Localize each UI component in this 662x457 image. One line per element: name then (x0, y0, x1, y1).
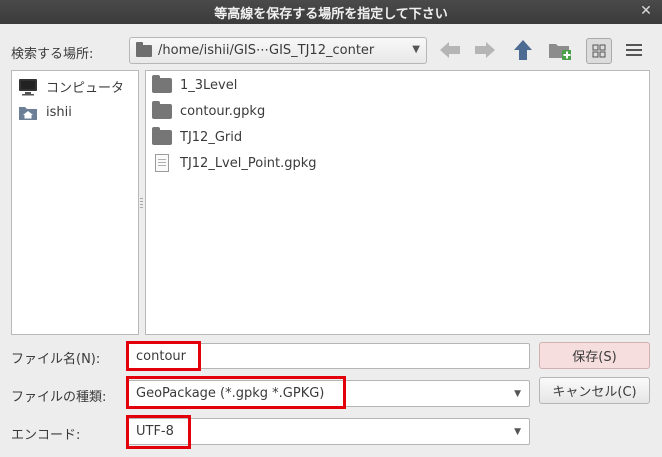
file-name: contour.gpkg (180, 104, 266, 119)
place-label: ishii (46, 104, 72, 120)
place-home[interactable]: ishii (18, 103, 72, 121)
grid-view-icon (592, 44, 606, 58)
places-sidebar: コンピュータ ishii (11, 70, 139, 335)
list-view-button[interactable] (622, 37, 646, 63)
save-button[interactable]: 保存(S) (539, 342, 650, 369)
filename-label: ファイル名(N): (11, 352, 101, 367)
new-folder-button[interactable] (547, 37, 571, 63)
list-item[interactable]: 1_3Level (152, 75, 238, 93)
up-button[interactable] (511, 37, 535, 63)
place-computer[interactable]: コンピュータ (18, 77, 124, 96)
file-icon (155, 154, 169, 172)
folder-icon (152, 127, 172, 145)
pane-resize-handle[interactable] (140, 198, 143, 208)
close-icon[interactable]: ✕ (638, 3, 654, 19)
list-item[interactable]: TJ12_Lvel_Point.gpkg (152, 154, 317, 172)
file-name: TJ12_Grid (180, 130, 243, 145)
forward-button[interactable] (473, 37, 497, 63)
filetype-label: ファイルの種類: (11, 390, 107, 405)
back-button[interactable] (438, 37, 462, 63)
forward-arrow-icon (475, 42, 495, 58)
chevron-down-icon: ▼ (514, 427, 521, 437)
folder-icon (136, 41, 152, 57)
list-item[interactable]: TJ12_Grid (152, 127, 243, 145)
list-item[interactable]: contour.gpkg (152, 101, 266, 119)
chevron-down-icon: ▼ (514, 389, 521, 399)
home-folder-icon (19, 107, 37, 120)
file-name: 1_3Level (180, 78, 238, 93)
chevron-down-icon: ▼ (412, 44, 420, 55)
cancel-button[interactable]: キャンセル(C) (539, 377, 650, 404)
back-arrow-icon (440, 42, 460, 58)
file-name: TJ12_Lvel_Point.gpkg (180, 155, 317, 171)
file-list: 1_3Level contour.gpkg TJ12_Grid TJ12_Lve… (145, 70, 650, 335)
up-arrow-icon (514, 40, 532, 60)
folder-icon (152, 101, 172, 119)
icon-view-button[interactable] (586, 38, 612, 64)
highlight-box (126, 376, 346, 409)
computer-icon (19, 78, 37, 95)
path-combo[interactable]: /home/ishii/GIS⋯GIS_TJ12_conter ▼ (129, 37, 427, 64)
encoding-label: エンコード: (11, 428, 81, 443)
folder-icon (152, 75, 172, 93)
path-text: /home/ishii/GIS⋯GIS_TJ12_conter (158, 43, 375, 58)
new-folder-icon (549, 44, 571, 60)
search-location-label: 検索する場所: (11, 47, 94, 62)
list-view-icon (626, 44, 642, 56)
title-bar: 等高線を保存する場所を指定して下さい ✕ (0, 0, 662, 24)
highlight-box (126, 341, 201, 371)
place-label: コンピュータ (46, 81, 125, 96)
window-title: 等高線を保存する場所を指定して下さい (214, 6, 448, 22)
highlight-box (126, 415, 191, 449)
